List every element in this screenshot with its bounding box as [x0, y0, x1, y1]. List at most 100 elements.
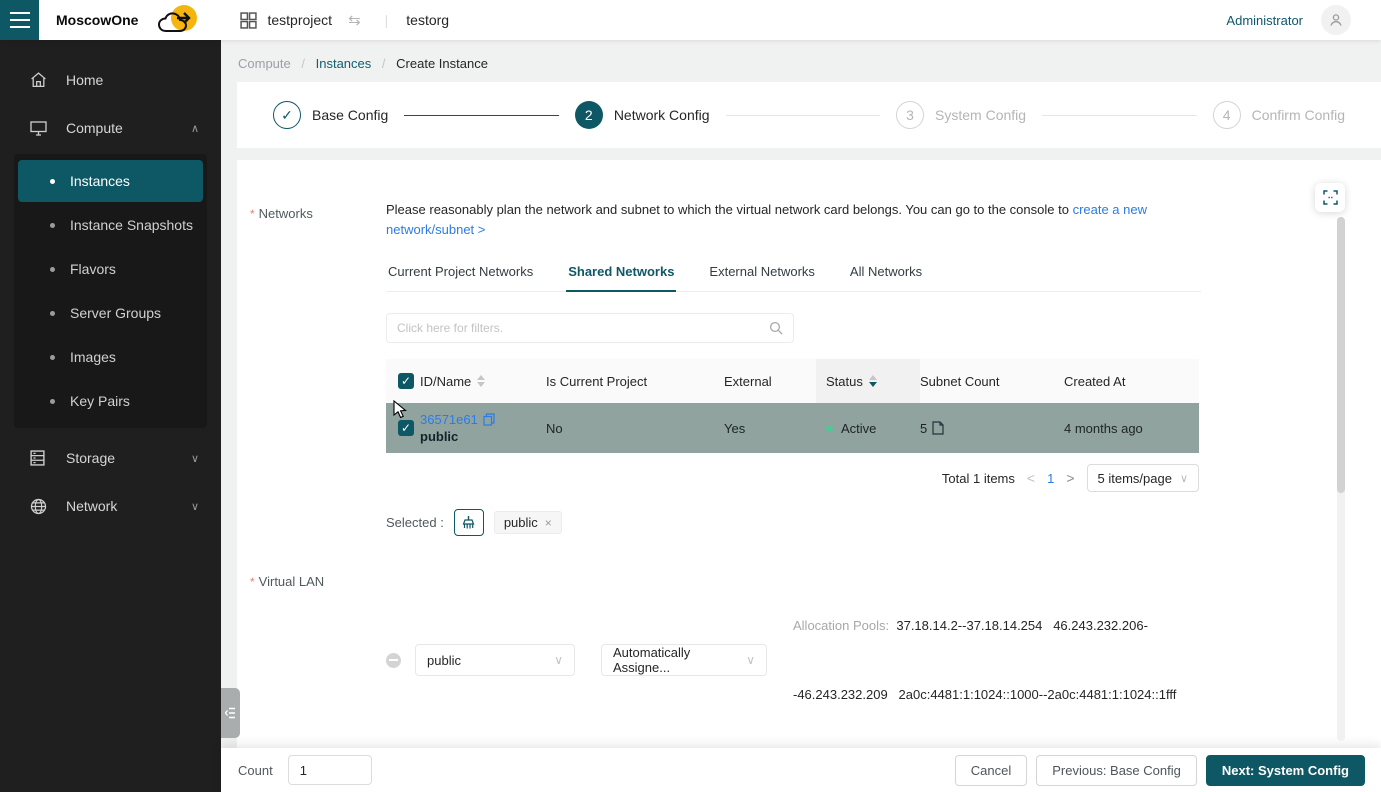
- chevron-down-icon: ∨: [191, 500, 199, 513]
- page-number[interactable]: 1: [1047, 471, 1054, 486]
- column-subnet-count: Subnet Count: [920, 374, 1064, 389]
- fullscreen-icon: [1323, 190, 1338, 205]
- form-anchor-handle[interactable]: [221, 688, 240, 738]
- step-number: 3: [896, 101, 924, 129]
- sidebar-item-server-groups[interactable]: Server Groups: [18, 292, 203, 334]
- column-external: External: [724, 374, 816, 389]
- sidebar: Home Compute ∧ Instances Instance Snapsh…: [0, 40, 221, 792]
- cell-external: Yes: [724, 421, 816, 436]
- project-name[interactable]: testproject: [267, 12, 332, 28]
- step-label: System Config: [935, 107, 1026, 123]
- switch-project-icon[interactable]: ⇆: [348, 11, 361, 29]
- cancel-button[interactable]: Cancel: [955, 755, 1027, 786]
- next-step-button[interactable]: Next: System Config: [1206, 755, 1365, 786]
- network-filter[interactable]: [386, 313, 794, 343]
- remove-vlan-icon[interactable]: [386, 653, 401, 668]
- search-icon[interactable]: [769, 321, 783, 335]
- cell-is-current-project: No: [546, 421, 724, 436]
- count-input[interactable]: [288, 755, 372, 785]
- select-all-checkbox[interactable]: ✓: [398, 373, 414, 389]
- tab-shared-networks[interactable]: Shared Networks: [566, 254, 676, 292]
- row-checkbox[interactable]: ✓: [398, 420, 414, 436]
- sidebar-item-images[interactable]: Images: [18, 336, 203, 378]
- breadcrumb-instances[interactable]: Instances: [316, 56, 372, 71]
- virtual-lan-label: *Virtual LAN: [237, 568, 386, 748]
- step-network-config[interactable]: 2 Network Config: [575, 101, 710, 129]
- network-filter-input[interactable]: [397, 321, 769, 335]
- grid-icon: [240, 12, 257, 29]
- networks-label: *Networks: [237, 200, 386, 536]
- networks-table: ✓ ID/Name Is Current Project External St…: [386, 359, 1199, 453]
- sidebar-item-flavors[interactable]: Flavors: [18, 248, 203, 290]
- sidebar-item-home[interactable]: Home: [0, 56, 221, 104]
- tab-current-project-networks[interactable]: Current Project Networks: [386, 254, 535, 291]
- column-id-name[interactable]: ID/Name: [420, 374, 546, 389]
- remove-chip-icon[interactable]: ×: [545, 516, 552, 530]
- step-confirm-config[interactable]: 4 Confirm Config: [1213, 101, 1345, 129]
- networks-description: Please reasonably plan the network and s…: [386, 200, 1201, 240]
- sidebar-item-instances[interactable]: Instances: [18, 160, 203, 202]
- clear-selection-button[interactable]: [454, 509, 484, 536]
- sidebar-item-label: Images: [70, 349, 116, 365]
- user-icon: [1328, 12, 1344, 28]
- previous-step-button[interactable]: Previous: Base Config: [1036, 755, 1197, 786]
- sidebar-item-key-pairs[interactable]: Key Pairs: [18, 380, 203, 422]
- stepper: ✓ Base Config 2 Network Config 3 System …: [237, 82, 1381, 148]
- prev-page-button[interactable]: <: [1027, 470, 1035, 486]
- bullet-icon: [50, 223, 55, 228]
- divider: |: [385, 12, 389, 28]
- user-role-menu[interactable]: Administrator: [1226, 13, 1303, 28]
- compute-icon: [30, 121, 47, 136]
- chevron-up-icon: ∧: [191, 122, 199, 135]
- page-size-select[interactable]: 5 items/page ∨: [1087, 464, 1200, 492]
- required-asterisk: *: [250, 207, 255, 221]
- selected-chip[interactable]: public ×: [494, 511, 562, 534]
- breadcrumb: Compute / Instances / Create Instance: [221, 40, 1381, 82]
- sidebar-item-network[interactable]: Network ∨: [0, 482, 221, 530]
- step-connector: [726, 115, 881, 116]
- project-switcher[interactable]: testproject ⇆ | testorg: [240, 11, 449, 29]
- vlan-ip-select[interactable]: Automatically Assigne... ∨: [601, 644, 767, 676]
- breadcrumb-current: Create Instance: [396, 56, 488, 71]
- scrollbar-track[interactable]: [1337, 217, 1345, 741]
- next-page-button[interactable]: >: [1066, 470, 1074, 486]
- tab-external-networks[interactable]: External Networks: [707, 254, 816, 291]
- cloud-logo-icon: [148, 3, 204, 37]
- fullscreen-toggle-button[interactable]: [1315, 183, 1345, 212]
- step-system-config[interactable]: 3 System Config: [896, 101, 1026, 129]
- copy-icon[interactable]: [483, 413, 495, 426]
- count-label: Count: [238, 763, 273, 778]
- sidebar-item-storage[interactable]: Storage ∨: [0, 434, 221, 482]
- sidebar-item-label: Key Pairs: [70, 393, 130, 409]
- brand-name: MoscowOne: [56, 12, 138, 28]
- table-row[interactable]: ✓ 36571e61 public: [386, 403, 1199, 453]
- allocation-pools: Allocation Pools: 37.18.14.2--37.18.14.2…: [793, 568, 1176, 748]
- sidebar-item-label: Compute: [66, 120, 123, 136]
- org-name[interactable]: testorg: [406, 12, 449, 28]
- selected-networks: Selected : public ×: [386, 509, 1201, 536]
- sidebar-item-instance-snapshots[interactable]: Instance Snapshots: [18, 204, 203, 246]
- step-connector: [404, 115, 559, 116]
- sidebar-item-label: Server Groups: [70, 305, 161, 321]
- bullet-icon: [50, 179, 55, 184]
- step-base-config[interactable]: ✓ Base Config: [273, 101, 388, 129]
- column-is-current-project: Is Current Project: [546, 374, 724, 389]
- bullet-icon: [50, 267, 55, 272]
- step-label: Confirm Config: [1252, 107, 1345, 123]
- vlan-network-select[interactable]: public ∨: [415, 644, 575, 676]
- avatar[interactable]: [1321, 5, 1351, 35]
- document-icon[interactable]: [932, 421, 944, 435]
- scrollbar-thumb[interactable]: [1337, 217, 1345, 493]
- sidebar-item-compute[interactable]: Compute ∧: [0, 104, 221, 152]
- column-status[interactable]: Status: [816, 359, 920, 403]
- network-name: public: [420, 428, 546, 445]
- status-dot-icon: [826, 425, 833, 432]
- network-id-link[interactable]: 36571e61: [420, 411, 546, 428]
- sort-icon[interactable]: [477, 375, 485, 387]
- hamburger-menu-button[interactable]: [0, 0, 39, 40]
- sidebar-item-label: Instances: [70, 173, 130, 189]
- sort-icon[interactable]: [869, 375, 877, 387]
- sidebar-item-label: Instance Snapshots: [70, 217, 193, 233]
- tab-all-networks[interactable]: All Networks: [848, 254, 924, 291]
- chevron-down-icon: ∨: [191, 452, 199, 465]
